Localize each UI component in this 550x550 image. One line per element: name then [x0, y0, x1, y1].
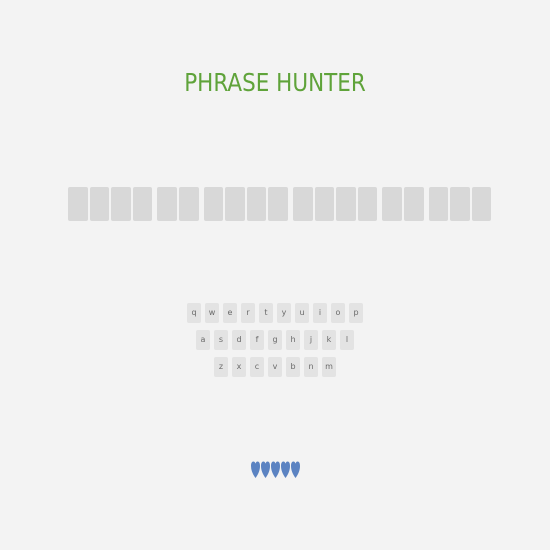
key-o[interactable]: o: [331, 303, 345, 323]
key-k[interactable]: k: [322, 330, 336, 350]
key-d[interactable]: d: [232, 330, 246, 350]
onscreen-keyboard: qwertyuiop asdfghjkl zxcvbnm: [0, 303, 550, 384]
hidden-letter-box: [89, 187, 110, 221]
keyboard-row: zxcvbnm: [0, 357, 550, 377]
phrase-word: [157, 187, 199, 221]
key-w[interactable]: w: [205, 303, 219, 323]
hidden-letter-box: [132, 187, 153, 221]
key-u[interactable]: u: [295, 303, 309, 323]
key-z[interactable]: z: [214, 357, 228, 377]
key-m[interactable]: m: [322, 357, 336, 377]
key-a[interactable]: a: [196, 330, 210, 350]
phrase-word: [428, 187, 492, 221]
heart-icon: [270, 460, 280, 479]
key-f[interactable]: f: [250, 330, 264, 350]
key-r[interactable]: r: [241, 303, 255, 323]
hidden-letter-box: [225, 187, 245, 221]
hidden-letter-box: [357, 187, 378, 221]
key-s[interactable]: s: [214, 330, 228, 350]
key-q[interactable]: q: [187, 303, 201, 323]
key-h[interactable]: h: [286, 330, 300, 350]
hidden-letter-box: [314, 187, 335, 221]
hidden-letter-box: [336, 187, 356, 221]
hidden-letter-box: [382, 187, 402, 221]
key-b[interactable]: b: [286, 357, 300, 377]
heart-icon: [290, 460, 300, 479]
phrase-word: [203, 187, 288, 221]
hidden-letter-box: [471, 187, 492, 221]
key-g[interactable]: g: [268, 330, 282, 350]
hidden-letter-box: [403, 187, 424, 221]
key-x[interactable]: x: [232, 357, 246, 377]
key-e[interactable]: e: [223, 303, 237, 323]
key-p[interactable]: p: [349, 303, 363, 323]
key-c[interactable]: c: [250, 357, 264, 377]
key-j[interactable]: j: [304, 330, 318, 350]
key-i[interactable]: i: [313, 303, 327, 323]
hidden-letter-box: [246, 187, 267, 221]
hidden-letter-box: [157, 187, 177, 221]
key-t[interactable]: t: [259, 303, 273, 323]
hidden-letter-box: [68, 187, 88, 221]
hidden-letter-box: [178, 187, 199, 221]
key-y[interactable]: y: [277, 303, 291, 323]
key-l[interactable]: l: [340, 330, 354, 350]
keyboard-row: qwertyuiop: [0, 303, 550, 323]
hidden-letter-box: [450, 187, 470, 221]
key-v[interactable]: v: [268, 357, 282, 377]
hidden-letter-box: [203, 187, 224, 221]
hidden-letter-box: [292, 187, 313, 221]
keyboard-row: asdfghjkl: [0, 330, 550, 350]
phrase-word: [292, 187, 378, 221]
game-title: PHRASE HUNTER: [184, 68, 366, 97]
lives-scoreboard: [0, 460, 550, 479]
game-page: PHRASE HUNTER qwertyuiop asdfghjkl zxcvbnm: [0, 0, 550, 550]
hidden-letter-box: [428, 187, 449, 221]
heart-icon: [250, 460, 260, 479]
phrase-word: [68, 187, 153, 221]
key-n[interactable]: n: [304, 357, 318, 377]
phrase-word: [382, 187, 424, 221]
hidden-letter-box: [268, 187, 288, 221]
phrase-board: [68, 187, 492, 221]
heart-icon: [280, 460, 290, 479]
hidden-letter-box: [111, 187, 131, 221]
heart-icon: [260, 460, 270, 479]
